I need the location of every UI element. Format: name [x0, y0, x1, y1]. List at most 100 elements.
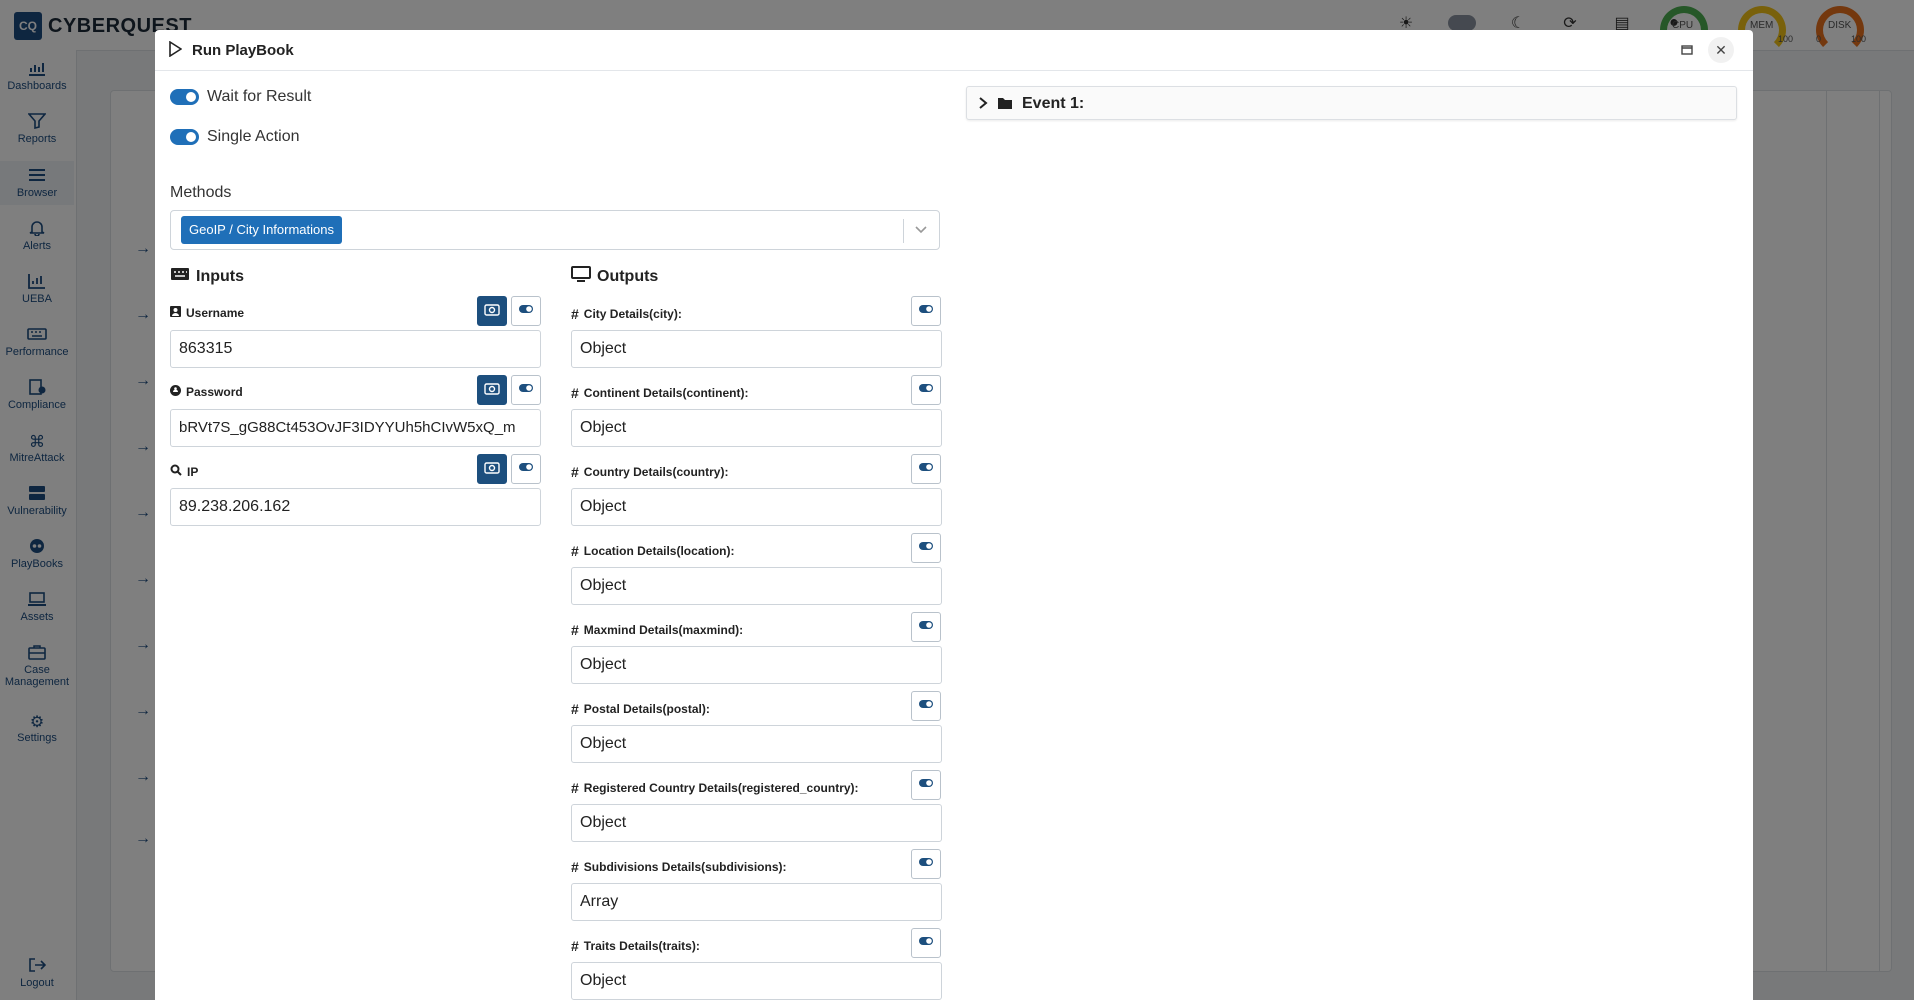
- field-label: # Continent Details(continent):: [571, 385, 748, 401]
- variable-button[interactable]: [511, 296, 541, 326]
- run-playbook-modal: Run PlayBook ✕ Wait for Result Single Ac…: [155, 30, 1753, 1000]
- close-icon: ✕: [1715, 41, 1727, 58]
- field-label: Password: [170, 385, 243, 399]
- inputs-heading: Inputs: [170, 266, 244, 287]
- field-label: IP: [170, 464, 198, 479]
- output-input[interactable]: Object: [571, 725, 942, 763]
- ip-input[interactable]: 89.238.206.162: [170, 488, 541, 526]
- hash-icon: #: [571, 938, 579, 954]
- field-label: # Maxmind Details(maxmind):: [571, 622, 743, 638]
- variable-button[interactable]: [911, 454, 941, 484]
- select-separator: [903, 219, 904, 243]
- variable-button[interactable]: [911, 691, 941, 721]
- toggle-variable-icon: [918, 381, 934, 399]
- event-accordion[interactable]: Event 1:: [966, 86, 1737, 120]
- toggle-variable-icon: [918, 460, 934, 478]
- toggle-label: Wait for Result: [207, 88, 312, 105]
- output-input[interactable]: Object: [571, 488, 942, 526]
- output-input[interactable]: Object: [571, 804, 942, 842]
- user-icon: [170, 306, 181, 320]
- output-input[interactable]: Object: [571, 330, 942, 368]
- toggle-variable-icon: [518, 381, 534, 399]
- field-label: # Postal Details(postal):: [571, 701, 710, 717]
- modal-title: Run PlayBook: [192, 42, 294, 59]
- search-icon: [170, 464, 182, 479]
- output-input[interactable]: Object: [571, 567, 942, 605]
- hash-icon: #: [571, 622, 579, 638]
- toggle-variable-icon: [518, 302, 534, 320]
- chevron-down-icon[interactable]: [913, 221, 933, 241]
- camera-icon: [484, 381, 500, 400]
- close-button[interactable]: ✕: [1708, 37, 1734, 63]
- toggle-variable-icon: [918, 618, 934, 636]
- field-label-text: Country Details(country):: [583, 465, 729, 479]
- field-label-text: Continent Details(continent):: [583, 386, 749, 400]
- outputs-heading: Outputs: [571, 266, 658, 287]
- variable-button[interactable]: [911, 533, 941, 563]
- folder-icon: [997, 96, 1013, 115]
- wait-for-result-toggle[interactable]: Wait for Result: [170, 88, 311, 106]
- hash-icon: #: [571, 543, 579, 559]
- variable-button[interactable]: [511, 454, 541, 484]
- field-label-text: Subdivisions Details(subdivisions):: [583, 860, 787, 874]
- variable-button[interactable]: [911, 375, 941, 405]
- field-label-text: Location Details(location):: [583, 544, 735, 558]
- snapshot-button[interactable]: [477, 375, 507, 405]
- field-label-text: Traits Details(traits):: [583, 939, 700, 953]
- variable-button[interactable]: [911, 612, 941, 642]
- field-label-text: IP: [187, 464, 199, 479]
- method-chip[interactable]: GeoIP / City Informations: [181, 216, 342, 244]
- outputs-title: Outputs: [597, 267, 659, 285]
- hash-icon: #: [571, 859, 579, 875]
- toggle-variable-icon: [918, 855, 934, 873]
- field-label: # Subdivisions Details(subdivisions):: [571, 859, 787, 875]
- toggle-switch[interactable]: [170, 89, 199, 105]
- keyboard-icon: [170, 266, 190, 287]
- variable-button[interactable]: [911, 849, 941, 879]
- output-input[interactable]: Array: [571, 883, 942, 921]
- chevron-right-icon[interactable]: [977, 96, 989, 115]
- modal-header: Run PlayBook ✕: [155, 30, 1753, 71]
- output-input[interactable]: Object: [571, 409, 942, 447]
- event-title: Event 1:: [1022, 95, 1085, 112]
- single-action-toggle[interactable]: Single Action: [170, 128, 300, 146]
- toggle-variable-icon: [918, 697, 934, 715]
- variable-button[interactable]: [911, 770, 941, 800]
- variable-button[interactable]: [911, 296, 941, 326]
- toggle-variable-icon: [918, 302, 934, 320]
- field-label: # City Details(city):: [571, 306, 682, 322]
- field-label-text: Registered Country Details(registered_co…: [583, 781, 859, 795]
- variable-button[interactable]: [511, 375, 541, 405]
- inputs-title: Inputs: [196, 267, 244, 285]
- lock-icon: [170, 385, 181, 399]
- toggle-switch[interactable]: [170, 129, 199, 145]
- camera-icon: [484, 302, 500, 321]
- maximize-button[interactable]: [1674, 37, 1700, 63]
- snapshot-button[interactable]: [477, 296, 507, 326]
- snapshot-button[interactable]: [477, 454, 507, 484]
- toggle-variable-icon: [918, 934, 934, 952]
- password-input[interactable]: bRVt7S_gG88Ct453OvJF3IDYYUh5hCIvW5xQ_m: [170, 409, 541, 447]
- methods-select[interactable]: GeoIP / City Informations: [170, 210, 940, 250]
- toggle-variable-icon: [918, 776, 934, 794]
- field-label-text: Password: [186, 385, 243, 399]
- field-label: # Registered Country Details(registered_c…: [571, 780, 859, 796]
- hash-icon: #: [571, 780, 579, 796]
- field-label-text: Username: [186, 306, 245, 320]
- monitor-icon: [571, 266, 591, 287]
- output-input[interactable]: Object: [571, 962, 942, 1000]
- hash-icon: #: [571, 385, 579, 401]
- hash-icon: #: [571, 701, 579, 717]
- play-icon: [168, 40, 183, 62]
- hash-icon: #: [571, 464, 579, 480]
- toggle-variable-icon: [918, 539, 934, 557]
- output-input[interactable]: Object: [571, 646, 942, 684]
- methods-label: Methods: [170, 184, 232, 201]
- username-input[interactable]: 863315: [170, 330, 541, 368]
- field-label: # Traits Details(traits):: [571, 938, 700, 954]
- toggle-variable-icon: [518, 460, 534, 478]
- field-label: # Location Details(location):: [571, 543, 734, 559]
- field-label: Username: [170, 306, 244, 320]
- field-label: # Country Details(country):: [571, 464, 728, 480]
- variable-button[interactable]: [911, 928, 941, 958]
